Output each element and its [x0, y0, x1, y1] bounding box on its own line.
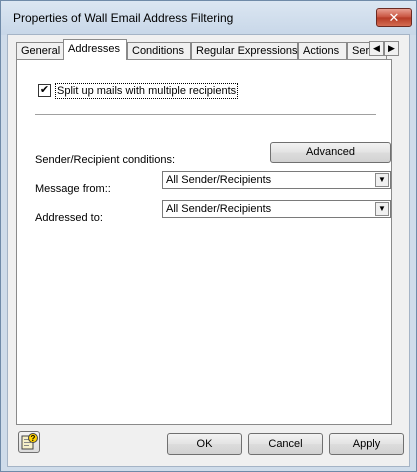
advanced-button-label: Advanced — [306, 146, 355, 158]
ok-button[interactable]: OK — [167, 433, 242, 455]
properties-dialog: Properties of Wall Email Address Filteri… — [0, 0, 417, 472]
addressed-to-label: Addressed to: — [35, 212, 103, 224]
chevron-down-icon[interactable]: ▼ — [375, 202, 389, 216]
separator — [35, 114, 376, 115]
addressed-to-value: All Sender/Recipients — [166, 203, 272, 215]
tab-addresses[interactable]: Addresses — [63, 39, 127, 60]
tab-scroll-right-button[interactable]: ▶ — [384, 41, 399, 56]
window-title: Properties of Wall Email Address Filteri… — [13, 11, 234, 25]
svg-text:?: ? — [31, 434, 36, 443]
addresses-tab-panel: ✔ Split up mails with multiple recipient… — [16, 59, 392, 425]
tab-regular-expressions[interactable]: Regular Expressions — [191, 42, 298, 60]
chevron-down-icon[interactable]: ▼ — [375, 173, 389, 187]
apply-button[interactable]: Apply — [329, 433, 404, 455]
help-icon[interactable]: ? — [18, 431, 40, 453]
split-recipients-label[interactable]: Split up mails with multiple recipients — [55, 83, 239, 99]
apply-button-label: Apply — [352, 438, 381, 450]
advanced-button[interactable]: Advanced — [270, 142, 391, 163]
close-button[interactable]: ✕ — [376, 8, 412, 27]
addressed-to-dropdown[interactable]: All Sender/Recipients ▼ — [162, 200, 391, 218]
cancel-button-label: Cancel — [268, 438, 303, 450]
ok-button-label: OK — [196, 438, 213, 450]
title-bar[interactable]: Properties of Wall Email Address Filteri… — [1, 1, 416, 35]
dialog-client-area: General Addresses Conditions Regular Exp… — [7, 34, 410, 467]
tab-strip: General Addresses Conditions Regular Exp… — [16, 38, 400, 60]
message-from-label: Message from:: — [35, 183, 111, 195]
tab-scroll-left-button[interactable]: ◀ — [369, 41, 384, 56]
conditions-label: Sender/Recipient conditions: — [35, 154, 176, 166]
split-recipients-checkbox[interactable]: ✔ — [38, 84, 51, 97]
cancel-button[interactable]: Cancel — [248, 433, 323, 455]
message-from-value: All Sender/Recipients — [166, 174, 272, 186]
tab-conditions[interactable]: Conditions — [127, 42, 191, 60]
tab-general[interactable]: General — [16, 42, 64, 60]
help-icon-graphic: ? — [21, 433, 38, 450]
message-from-dropdown[interactable]: All Sender/Recipients ▼ — [162, 171, 391, 189]
tab-actions[interactable]: Actions — [298, 42, 347, 60]
